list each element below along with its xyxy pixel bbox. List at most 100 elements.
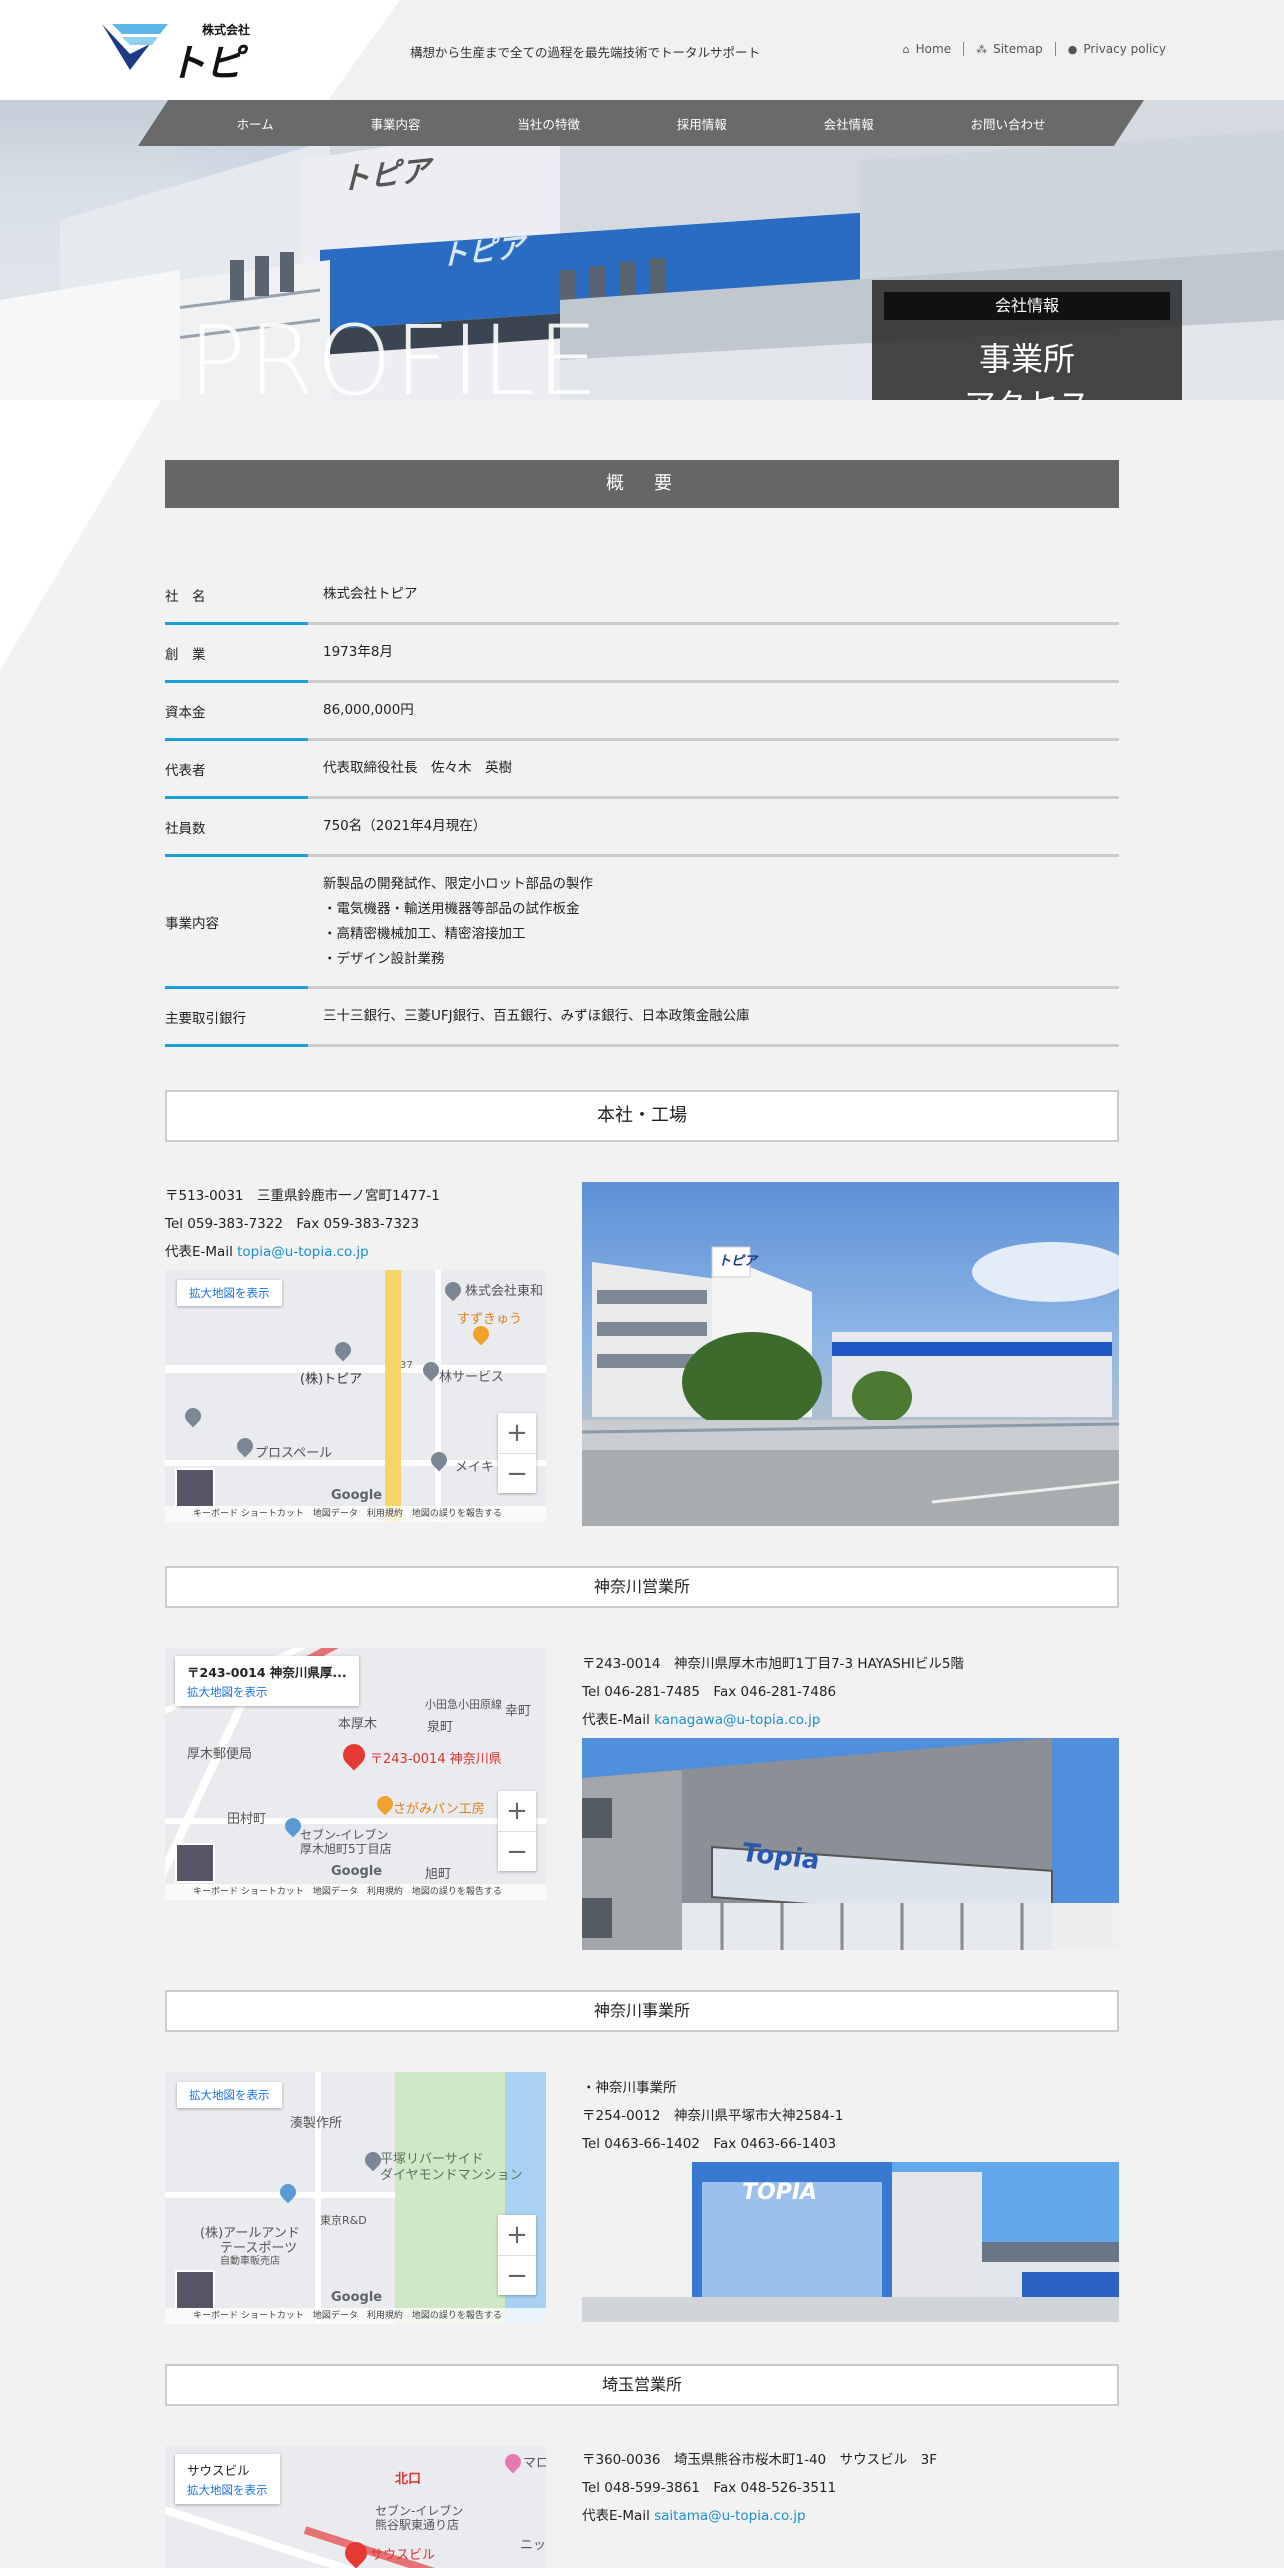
site-header: 株式会社 トピア 構想から生産まで全ての過程を最先端技術でトータルサポート ⌂ H… <box>0 0 1284 140</box>
hq-email-link[interactable]: topia@u-topia.co.jp <box>237 1244 369 1260</box>
row-value: 株式会社トピア <box>323 586 418 602</box>
kanagawa-sales-info: 〒243-0014 神奈川県厚木市旭町1丁目7-3 HAYASHIビル5階 Te… <box>582 1650 964 1734</box>
satellite-toggle[interactable] <box>175 1843 215 1883</box>
map-label: 北口 <box>395 2472 422 2487</box>
zoom-out-button[interactable]: − <box>498 2255 536 2295</box>
kanagawa-sales-heading: 神奈川営業所 <box>165 1566 1119 1608</box>
map-label: マロ <box>523 2456 546 2471</box>
kanagawa-sales-map[interactable]: 〒243-0014 神奈川県厚... 拡大地図を表示 本厚木 厚木郵便局 小田急… <box>165 1648 546 1900</box>
sitemap-link[interactable]: ⁂ Sitemap <box>963 42 1055 56</box>
hq-photo: トピア <box>582 1182 1119 1526</box>
table-row: 資本金 86,000,000円 <box>165 683 1119 741</box>
sitemap-link-label: Sitemap <box>993 42 1043 56</box>
zoom-in-button[interactable]: + <box>498 1791 536 1831</box>
map-footer[interactable]: キーボード ショートカット 地図データ 利用規約 地図の誤りを報告する <box>165 1506 546 1522</box>
row-value: 750名（2021年4月現在） <box>323 818 487 834</box>
map-label: 熊谷駅東通り店 <box>375 2518 460 2532</box>
map-label: 幸町 <box>505 1704 532 1719</box>
nav-item-company[interactable]: 会社情報 <box>824 114 874 133</box>
zoom-out-button[interactable]: − <box>498 1831 536 1871</box>
map-label: (株)トピア <box>300 1372 363 1387</box>
hq-building-drawing <box>582 1242 1119 1526</box>
map-label: 〒243-0014 神奈川県 <box>370 1752 502 1767</box>
hero-page-title: 事業所 アクセス <box>872 336 1182 400</box>
map-label: 林サービス <box>439 1370 505 1385</box>
map-road <box>435 1270 441 1522</box>
satellite-toggle[interactable] <box>175 1468 215 1508</box>
hq-address: 〒513-0031 三重県鈴鹿市一ノ宮町1477-1 <box>165 1188 440 1204</box>
zoom-in-button[interactable]: + <box>498 2215 536 2255</box>
home-link[interactable]: ⌂ Home <box>891 42 963 56</box>
site-logo[interactable]: 株式会社 トピア <box>100 18 275 140</box>
privacy-policy-link[interactable]: ● Privacy policy <box>1054 42 1178 56</box>
table-row: 主要取引銀行 三十三銀行、三菱UFJ銀行、百五銀行、みずほ銀行、日本政策金融公庫 <box>165 989 1119 1047</box>
hq-info: 〒513-0031 三重県鈴鹿市一ノ宮町1477-1 Tel 059-383-7… <box>165 1182 440 1266</box>
main-nav: ホーム 事業内容 当社の特徴 採用情報 会社情報 お問い合わせ <box>138 100 1144 146</box>
map-label: 自動車販売店 <box>220 2256 280 2267</box>
map-label: 厚木郵便局 <box>187 1747 253 1762</box>
saitama-email-link[interactable]: saitama@u-topia.co.jp <box>654 2508 805 2524</box>
person-icon: ● <box>1067 42 1078 56</box>
business-line: ・デザイン設計業務 <box>323 950 445 967</box>
row-key: 創 業 <box>165 646 206 663</box>
privacy-policy-link-label: Privacy policy <box>1083 42 1166 56</box>
zoom-in-button[interactable]: + <box>498 1413 536 1453</box>
nav-item-business[interactable]: 事業内容 <box>370 114 420 133</box>
hq-heading: 本社・工場 <box>165 1090 1119 1142</box>
hero-title-line2: アクセス <box>872 382 1182 400</box>
map-label: 泉町 <box>427 1720 454 1735</box>
kanagawa-works-tel-fax: Tel 0463-66-1402 Fax 0463-66-1403 <box>582 2136 837 2152</box>
sitemap-icon: ⁂ <box>976 42 988 56</box>
location-pin-icon <box>338 1739 370 1771</box>
map-label: ニッ <box>520 2538 546 2553</box>
map-pin-icon <box>441 1278 465 1302</box>
map-enlarge-link[interactable]: 拡大地図を表示 <box>187 2482 268 2498</box>
kanagawa-sales-email-link[interactable]: kanagawa@u-topia.co.jp <box>654 1712 820 1728</box>
kanagawa-sales-tel-fax: Tel 046-281-7485 Fax 046-281-7486 <box>582 1684 837 1700</box>
hq-tel-fax: Tel 059-383-7322 Fax 059-383-7323 <box>165 1216 420 1232</box>
saitama-map[interactable]: サウスビル 拡大地図を表示 北口 マロ セブン-イレブン 熊谷駅東通り店 サウス… <box>165 2446 546 2568</box>
map-enlarge-link[interactable]: 拡大地図を表示 <box>177 2082 282 2108</box>
table-row: 事業内容 新製品の開発試作、限定小ロット部品の製作 ・電気機器・輸送用機器等部品… <box>165 857 1119 989</box>
kanagawa-works-photo: TOPIA <box>582 2162 1119 2322</box>
google-logo: Google <box>331 1488 383 1503</box>
nav-item-recruit[interactable]: 採用情報 <box>677 114 727 133</box>
map-enlarge-link[interactable]: 拡大地図を表示 <box>187 1684 347 1700</box>
zoom-out-button[interactable]: − <box>498 1453 536 1493</box>
nav-item-contact[interactable]: お問い合わせ <box>971 114 1046 133</box>
map-pin-icon <box>181 1404 205 1428</box>
nav-item-features[interactable]: 当社の特徴 <box>517 114 580 133</box>
map-footer[interactable]: キーボード ショートカット 地図データ 利用規約 地図の誤りを報告する <box>165 2308 546 2324</box>
kanagawa-sales-email-line: 代表E-Mail kanagawa@u-topia.co.jp <box>582 1706 964 1734</box>
map-label: さがみパン工房 <box>393 1802 485 1817</box>
saitama-tel-fax: Tel 048-599-3861 Fax 048-526-3511 <box>582 2480 837 2496</box>
map-pin-icon <box>427 1448 451 1472</box>
map-info-card: サウスビル 拡大地図を表示 <box>175 2454 280 2504</box>
satellite-toggle[interactable] <box>175 2270 215 2310</box>
email-label: 代表E-Mail <box>582 2508 655 2524</box>
nav-item-home[interactable]: ホーム <box>236 114 273 133</box>
kanagawa-sales-photo: Topia <box>582 1738 1119 1950</box>
kanagawa-works-name: ・神奈川事業所 <box>582 2080 677 2096</box>
row-key: 主要取引銀行 <box>165 1010 246 1027</box>
map-label: 東京R&D <box>320 2214 367 2227</box>
map-enlarge-link[interactable]: 拡大地図を表示 <box>177 1280 282 1306</box>
map-label: 小田急小田原線 <box>425 1698 502 1711</box>
map-info-card: 〒243-0014 神奈川県厚... 拡大地図を表示 <box>175 1656 359 1706</box>
row-value: 86,000,000円 <box>323 702 414 718</box>
hq-map[interactable]: 拡大地図を表示 株式会社東和 すずきゅう (株)トピア 林サービス プロスペール… <box>165 1270 546 1522</box>
header-tagline: 構想から生産まで全ての過程を最先端技術でトータルサポート <box>410 45 761 60</box>
google-logo: Google <box>331 1864 383 1879</box>
map-label: すずきゅう <box>457 1312 523 1327</box>
overview-heading: 概 要 <box>165 460 1119 508</box>
hero-category-label: 会社情報 <box>884 292 1170 320</box>
map-zoom-controls: + − <box>498 1791 536 1871</box>
company-overview-table: 社 名 株式会社トピア 創 業 1973年8月 資本金 86,000,000円 … <box>165 567 1119 1047</box>
map-road <box>315 2072 321 2324</box>
kanagawa-works-map[interactable]: 拡大地図を表示 湊製作所 平塚リバーサイド ダイヤモンドマンション 東京R&D … <box>165 2072 546 2324</box>
map-card-title: サウスビル <box>187 2463 250 2478</box>
table-row: 社 名 株式会社トピア <box>165 567 1119 625</box>
map-pin-icon <box>276 2180 300 2204</box>
map-footer[interactable]: キーボード ショートカット 地図データ 利用規約 地図の誤りを報告する <box>165 1884 546 1900</box>
map-label: 厚木旭町5丁目店 <box>300 1842 392 1856</box>
